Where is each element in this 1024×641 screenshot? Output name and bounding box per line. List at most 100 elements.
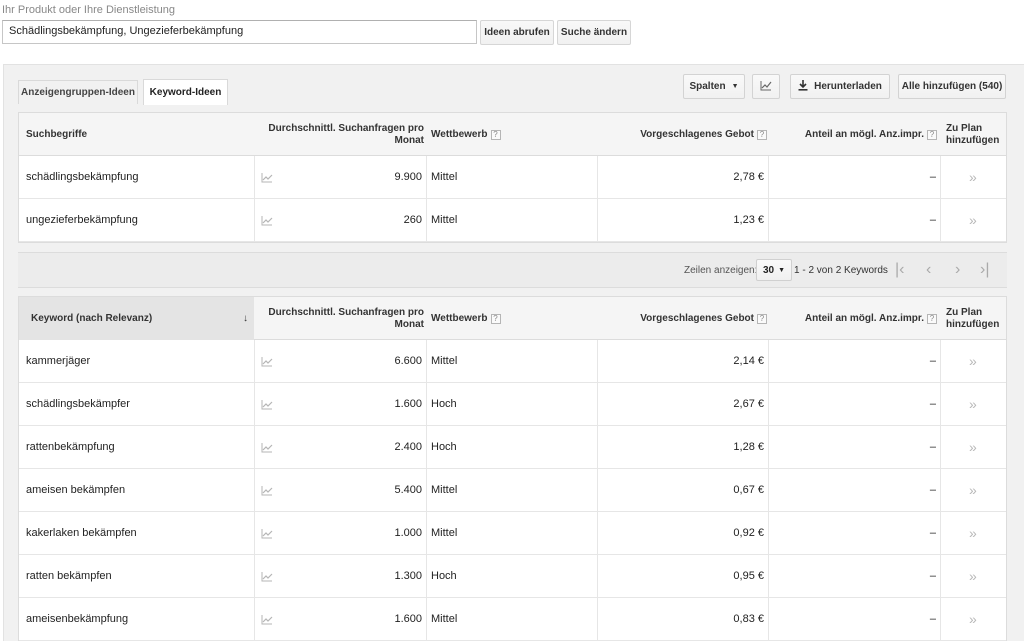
add-to-plan-icon[interactable]: » [969,426,977,468]
header-suggested-bid[interactable]: Vorgeschlagenes Gebot? [599,113,767,156]
get-ideas-button[interactable]: Ideen abrufen [480,20,554,45]
impr-share-cell: – [929,613,936,625]
avg-searches-cell: 1.300 [394,570,422,582]
product-search-input[interactable]: Schädlingsbekämpfung, Ungezieferbekämpfu… [2,20,477,44]
tab-ad-group-ideas[interactable]: Anzeigengruppen-Ideen [18,80,138,104]
suggested-bid-cell: 0,95 € [733,570,764,582]
help-icon[interactable]: ? [927,129,937,140]
header-competition-label: Wettbewerb [431,312,488,324]
columns-button[interactable]: Spalten ▼ [683,74,745,99]
impr-share-cell: – [929,570,936,582]
table-row: ungezieferbekämpfung 260 Mittel 1,23 € –… [19,199,1006,242]
help-icon[interactable]: ? [927,313,937,324]
keyword-ideas-table: Keyword (nach Relevanz) ↓ Durchschnittl.… [18,296,1007,641]
first-page-icon[interactable]: |‹ [895,261,904,279]
header-bid-label: Vorgeschlagenes Gebot [640,312,754,324]
competition-cell: Mittel [431,214,458,226]
impr-share-cell: – [929,214,936,226]
chart-button[interactable] [752,74,780,99]
header-avg-searches-label: Durchschnittl. Suchanfragen pro Monat [268,306,424,330]
rows-per-page-label: Zeilen anzeigen: [684,265,758,276]
header-bid-label: Vorgeschlagenes Gebot [640,128,754,140]
header-impr-share[interactable]: Anteil an mögl. Anz.impr.? [769,297,937,340]
suggested-bid-cell: 0,83 € [733,613,764,625]
chart-icon [760,80,772,94]
avg-searches-cell: 6.600 [394,355,422,367]
trend-chart-icon[interactable] [261,383,273,425]
download-button[interactable]: Herunterladen [790,74,890,99]
help-icon[interactable]: ? [757,129,767,140]
impr-share-cell: – [929,171,936,183]
header-competition[interactable]: Wettbewerb? [431,297,591,340]
rows-per-page-select[interactable]: 30 ▼ [756,259,792,281]
download-label: Herunterladen [814,81,882,92]
pagination-range: 1 - 2 von 2 Keywords [794,265,888,276]
impr-share-cell: – [929,355,936,367]
header-suggested-bid[interactable]: Vorgeschlagenes Gebot? [599,297,767,340]
add-to-plan-icon[interactable]: » [969,340,977,382]
last-page-icon[interactable]: ›| [980,261,989,279]
competition-cell: Mittel [431,484,458,496]
previous-page-icon[interactable]: ‹ [926,261,931,279]
competition-cell: Mittel [431,527,458,539]
table-row: ratten bekämpfen 1.300 Hoch 0,95 € – » [19,555,1006,598]
impr-share-cell: – [929,441,936,453]
competition-cell: Mittel [431,171,458,183]
keyword-cell: kakerlaken bekämpfen [26,527,137,539]
help-icon[interactable]: ? [490,313,501,324]
sort-down-icon: ↓ [243,312,248,324]
header-keyword-label: Keyword (nach Relevanz) [31,312,153,324]
header-competition[interactable]: Wettbewerb? [431,113,591,156]
impr-share-cell: – [929,527,936,539]
competition-cell: Hoch [431,441,457,453]
trend-chart-icon[interactable] [261,469,273,511]
modify-search-button[interactable]: Suche ändern [557,20,631,45]
product-label: Ihr Produkt oder Ihre Dienstleistung [2,4,176,16]
header-keyword[interactable]: Suchbegriffe [26,113,226,156]
competition-cell: Mittel [431,613,458,625]
header-share-label: Anteil an mögl. Anz.impr. [804,312,924,324]
table-row: kammerjäger 6.600 Mittel 2,14 € – » [19,340,1006,383]
add-to-plan-icon[interactable]: » [969,199,977,241]
table-row: schädlingsbekämpfung 9.900 Mittel 2,78 €… [19,156,1006,199]
impr-share-cell: – [929,484,936,496]
impr-share-cell: – [929,398,936,410]
tab-keyword-ideas[interactable]: Keyword-Ideen [143,79,228,105]
competition-cell: Mittel [431,355,458,367]
trend-chart-icon[interactable] [261,340,273,382]
add-to-plan-icon[interactable]: » [969,598,977,640]
avg-searches-cell: 2.400 [394,441,422,453]
header-avg-searches[interactable]: Durchschnittl. Suchanfragen pro Monat [259,113,424,156]
header-impr-share[interactable]: Anteil an mögl. Anz.impr.? [769,113,937,156]
keyword-cell: schädlingsbekämpfer [26,398,130,410]
help-icon[interactable]: ? [757,313,767,324]
avg-searches-cell: 1.600 [394,398,422,410]
keyword-cell: schädlingsbekämpfung [26,171,139,183]
table-header: Keyword (nach Relevanz) ↓ Durchschnittl.… [19,297,1006,340]
suggested-bid-cell: 0,67 € [733,484,764,496]
suggested-bid-cell: 0,92 € [733,527,764,539]
help-icon[interactable]: ? [490,129,501,140]
add-to-plan-icon[interactable]: » [969,156,977,198]
trend-chart-icon[interactable] [261,598,273,640]
trend-chart-icon[interactable] [261,156,273,198]
suggested-bid-cell: 1,28 € [733,441,764,453]
next-page-icon[interactable]: › [955,261,960,279]
trend-chart-icon[interactable] [261,199,273,241]
competition-cell: Hoch [431,398,457,410]
suggested-bid-cell: 1,23 € [733,214,764,226]
header-keyword-sorted[interactable]: Keyword (nach Relevanz) ↓ [19,297,254,340]
trend-chart-icon[interactable] [261,555,273,597]
add-all-button[interactable]: Alle hinzufügen (540) [898,74,1006,99]
avg-searches-cell: 1.000 [394,527,422,539]
header-share-label: Anteil an mögl. Anz.impr. [804,128,924,140]
trend-chart-icon[interactable] [261,512,273,554]
add-to-plan-icon[interactable]: » [969,383,977,425]
add-to-plan-icon[interactable]: » [969,469,977,511]
header-avg-searches[interactable]: Durchschnittl. Suchanfragen pro Monat [259,297,424,340]
trend-chart-icon[interactable] [261,426,273,468]
add-to-plan-icon[interactable]: » [969,555,977,597]
avg-searches-cell: 5.400 [394,484,422,496]
suggested-bid-cell: 2,14 € [733,355,764,367]
add-to-plan-icon[interactable]: » [969,512,977,554]
